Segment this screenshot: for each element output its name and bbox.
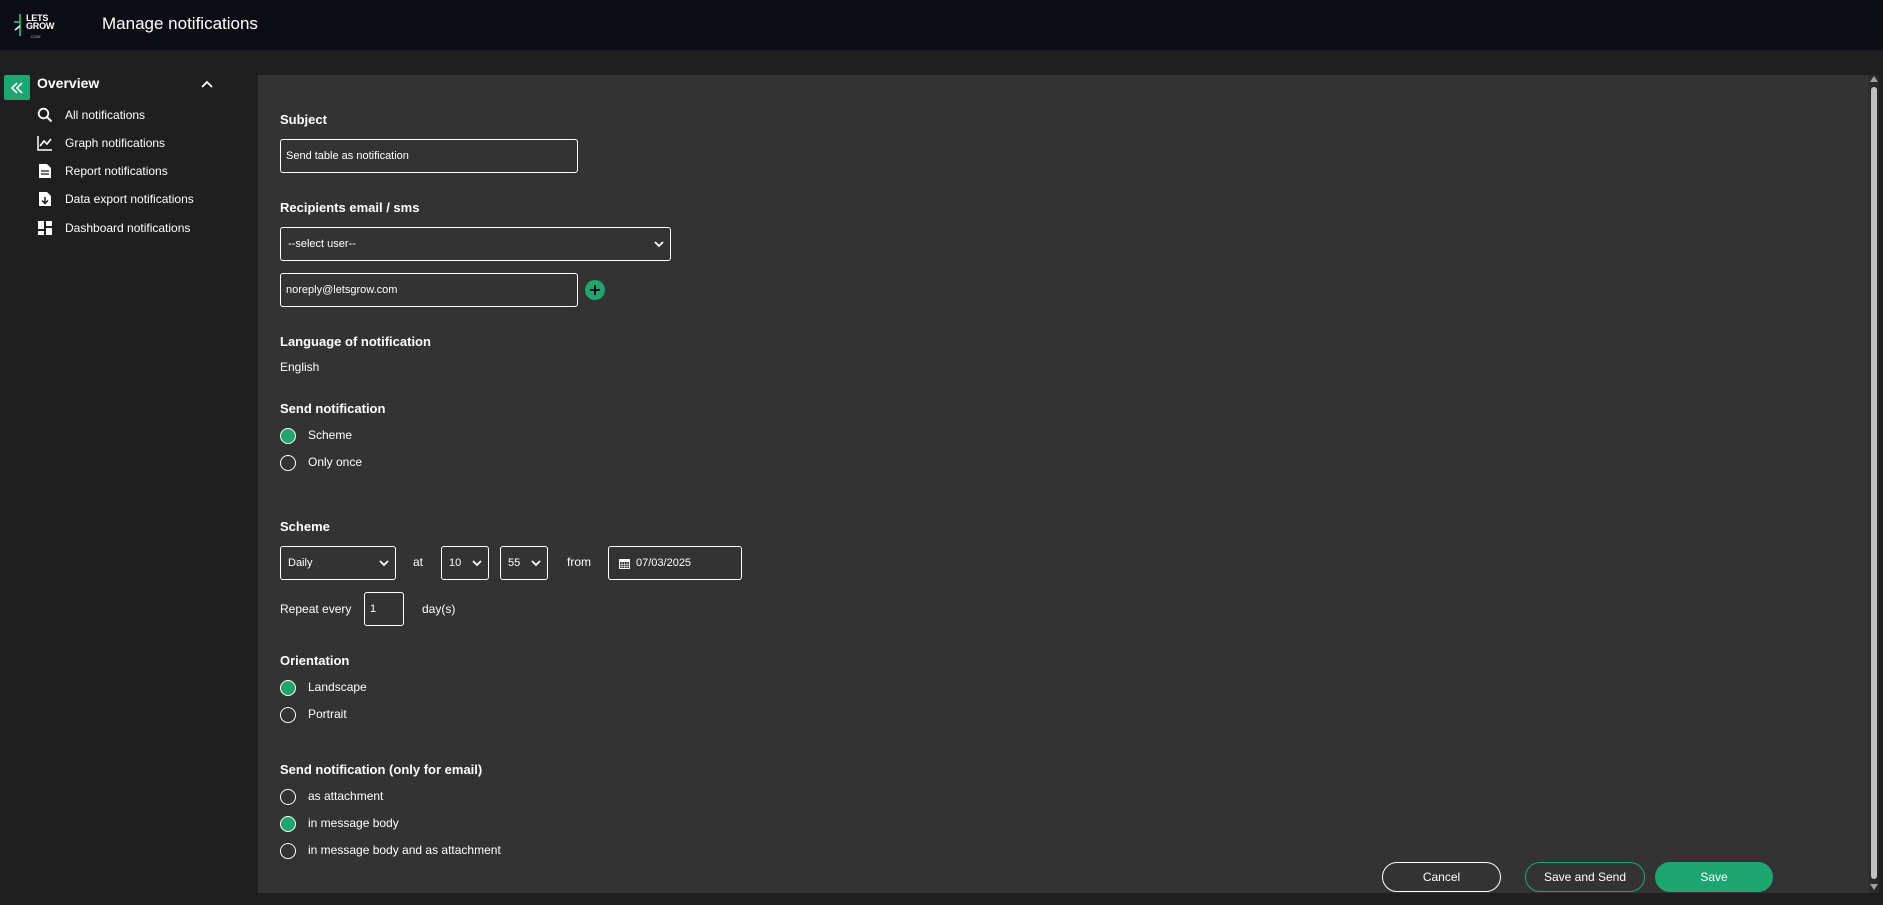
hour-value: 10 <box>449 557 462 569</box>
radio-scheme[interactable] <box>280 428 296 444</box>
repeat-label: Repeat every <box>280 602 352 616</box>
document-icon <box>36 162 54 180</box>
radio-scheme-label: Scheme <box>308 428 353 442</box>
notification-form-panel: Subject Recipients email / sms --select … <box>258 75 1869 893</box>
email-mode-label: Send notification (only for email) <box>280 762 483 777</box>
radio-in-message-body[interactable] <box>280 816 296 832</box>
radio-portrait[interactable] <box>280 707 296 723</box>
date-value: 07/03/2025 <box>636 557 692 569</box>
subject-input[interactable] <box>280 139 578 173</box>
calendar-icon <box>619 558 630 569</box>
scheme-frequency-value: Daily <box>288 557 313 569</box>
radio-in-message-body-label: in message body <box>308 816 399 830</box>
radio-landscape-label: Landscape <box>308 680 367 694</box>
line-chart-icon <box>36 134 54 152</box>
leaf-icon <box>14 14 21 36</box>
radio-portrait-label: Portrait <box>308 707 347 721</box>
radio-body-and-attachment[interactable] <box>280 843 296 859</box>
send-notification-label: Send notification <box>280 401 386 416</box>
collapse-sidebar-button[interactable] <box>4 75 30 100</box>
sidebar-section-title[interactable]: Overview <box>37 75 99 91</box>
file-download-icon <box>36 190 54 208</box>
orientation-label: Orientation <box>280 653 350 668</box>
select-user-dropdown[interactable]: --select user-- <box>280 227 671 261</box>
chevron-down-icon <box>472 560 482 567</box>
recipients-label: Recipients email / sms <box>280 200 420 215</box>
scroll-down-arrow-icon[interactable] <box>1870 884 1878 890</box>
dashboard-icon <box>36 219 54 237</box>
sidebar-item-all-notifications[interactable]: All notifications <box>36 104 145 126</box>
from-label: from <box>567 555 591 569</box>
add-recipient-button[interactable] <box>585 280 605 300</box>
double-chevron-left-icon <box>10 81 23 94</box>
radio-only-once[interactable] <box>280 455 296 471</box>
main-scrollbar[interactable] <box>1869 75 1879 893</box>
page-title: Manage notifications <box>102 14 258 33</box>
sidebar-item-label: Report notifications <box>65 164 168 178</box>
hour-dropdown[interactable]: 10 <box>441 546 489 580</box>
subject-label: Subject <box>280 112 327 127</box>
chevron-up-icon[interactable] <box>199 76 215 92</box>
email-input[interactable] <box>280 273 578 307</box>
language-label: Language of notification <box>280 334 431 349</box>
sidebar: Overview All notifications Graph notific… <box>0 51 258 905</box>
app-header: LETS GROW .COM Manage notifications <box>0 0 1883 51</box>
language-value: English <box>280 360 320 374</box>
plus-icon <box>590 285 600 295</box>
sidebar-item-dashboard-notifications[interactable]: Dashboard notifications <box>36 217 190 239</box>
sidebar-item-label: Dashboard notifications <box>65 221 191 235</box>
scroll-up-arrow-icon[interactable] <box>1870 76 1878 82</box>
radio-only-once-label: Only once <box>308 455 363 469</box>
sidebar-item-label: Data export notifications <box>65 192 194 206</box>
radio-as-attachment-label: as attachment <box>308 789 384 803</box>
logo-subtext: .COM <box>30 34 41 39</box>
sidebar-item-report-notifications[interactable]: Report notifications <box>36 160 168 182</box>
minute-dropdown[interactable]: 55 <box>500 546 548 580</box>
radio-body-and-attachment-label: in message body and as attachment <box>308 843 501 857</box>
scrollbar-thumb[interactable] <box>1871 87 1877 879</box>
repeat-interval-input[interactable] <box>364 592 404 626</box>
logo-text: LETS GROW <box>26 13 55 31</box>
repeat-unit-label: day(s) <box>422 602 456 616</box>
chevron-down-icon <box>379 560 389 567</box>
letsgrow-logo[interactable]: LETS GROW .COM <box>12 10 62 40</box>
at-label: at <box>413 555 424 569</box>
minute-value: 55 <box>508 557 521 569</box>
save-button[interactable]: Save <box>1655 862 1773 892</box>
save-and-send-button[interactable]: Save and Send <box>1525 862 1645 892</box>
date-picker[interactable]: 07/03/2025 <box>608 546 742 580</box>
search-icon <box>36 106 54 124</box>
chevron-down-icon <box>654 241 664 248</box>
sidebar-item-data-export-notifications[interactable]: Data export notifications <box>36 188 194 210</box>
sidebar-item-label: All notifications <box>65 108 146 122</box>
scheme-frequency-dropdown[interactable]: Daily <box>280 546 396 580</box>
select-user-value: --select user-- <box>288 238 356 250</box>
scheme-label: Scheme <box>280 519 330 534</box>
sidebar-item-graph-notifications[interactable]: Graph notifications <box>36 132 165 154</box>
sidebar-item-label: Graph notifications <box>65 136 166 150</box>
radio-as-attachment[interactable] <box>280 789 296 805</box>
chevron-down-icon <box>531 560 541 567</box>
cancel-button[interactable]: Cancel <box>1382 862 1501 892</box>
radio-landscape[interactable] <box>280 680 296 696</box>
